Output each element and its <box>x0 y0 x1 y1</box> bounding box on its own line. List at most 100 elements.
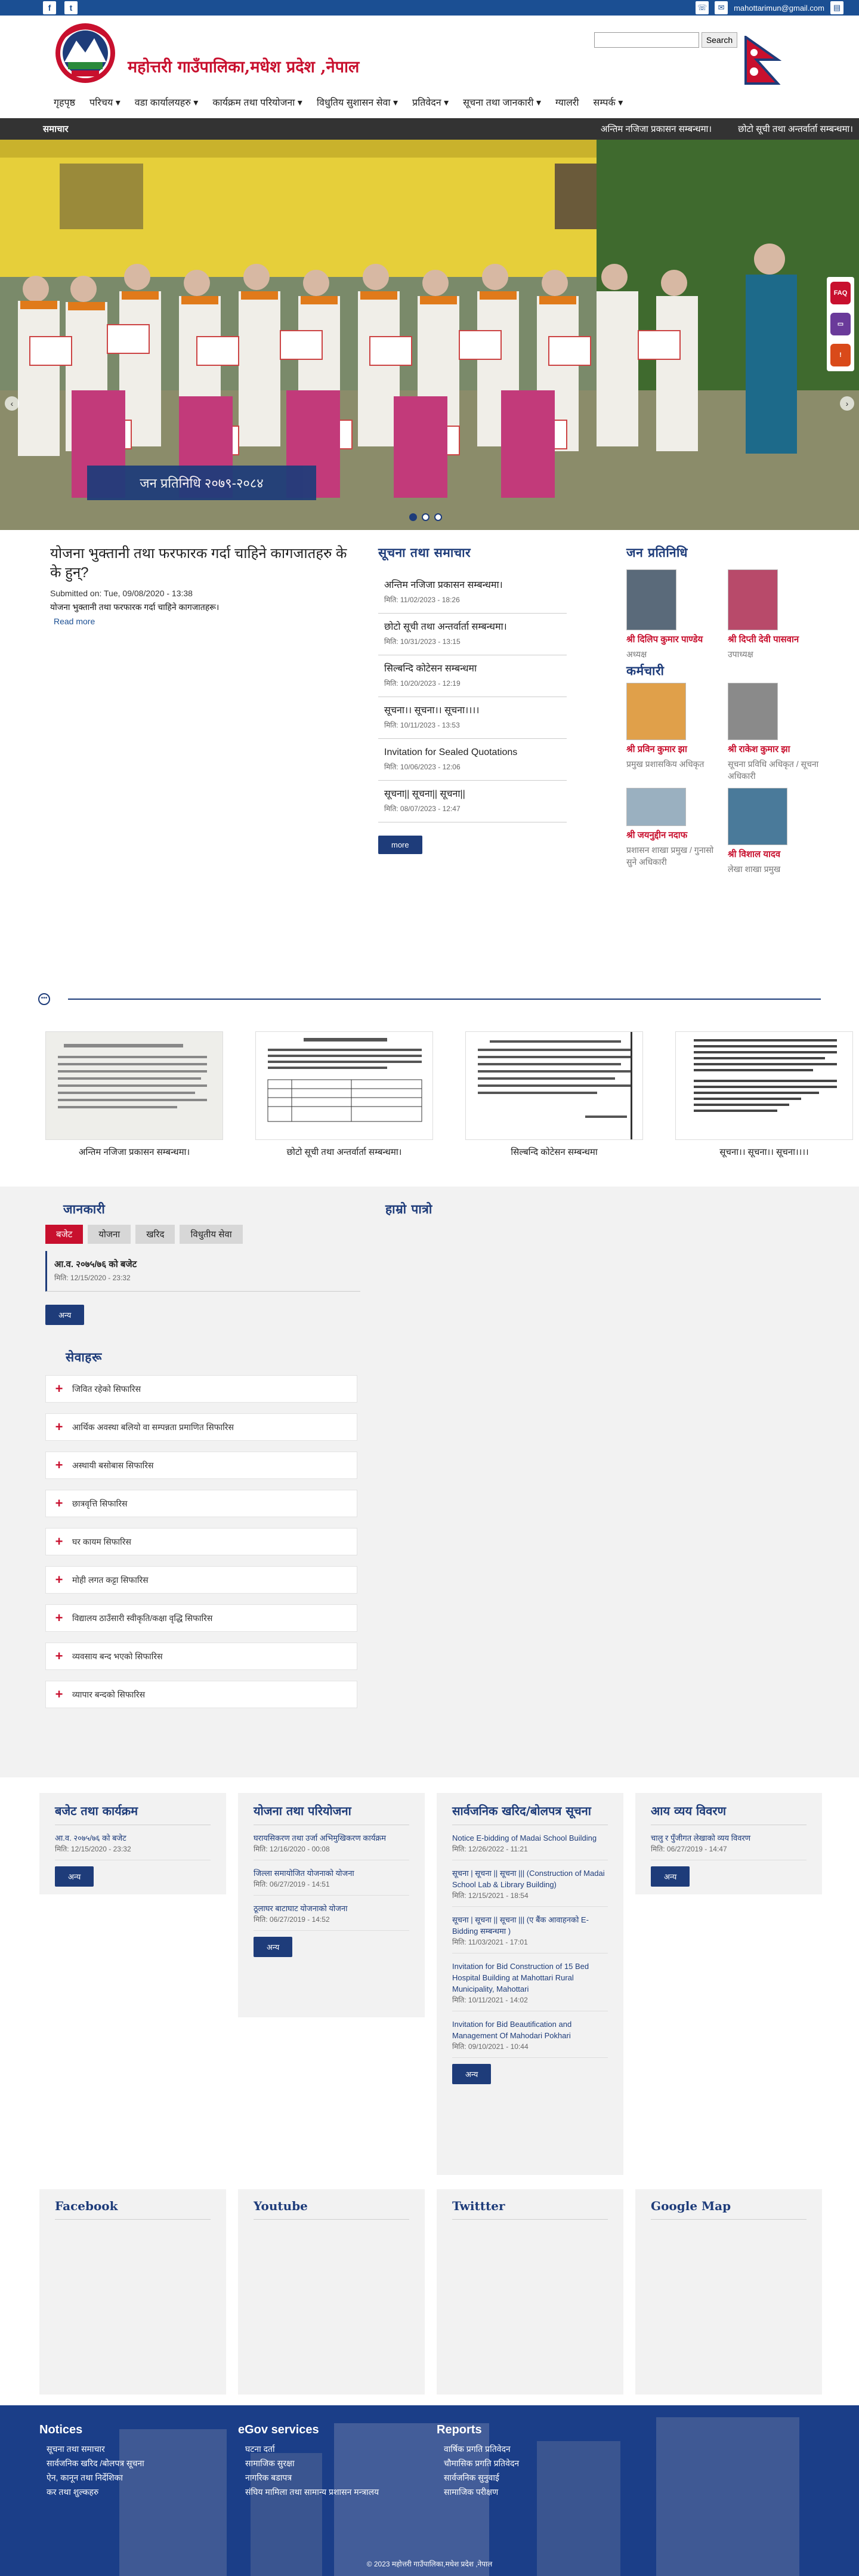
footer-link[interactable]: सामाजिक परीक्षण <box>437 2485 635 2499</box>
service-label[interactable]: छात्रवृत्ति सिफारिस <box>72 1498 127 1509</box>
service-item[interactable]: + जिवित रहेको सिफारिस <box>45 1375 357 1403</box>
gallery-item[interactable]: छोटो सूची तथा अन्तर्वार्ता सम्बन्धमा। <box>255 1031 433 1158</box>
footer-link[interactable]: चौमासिक प्रगति प्रतिवेदन <box>437 2456 635 2470</box>
footer-link[interactable]: नागरिक बडापत्र <box>238 2470 437 2485</box>
list-item[interactable]: Notice E-bidding of Madai School Buildin… <box>452 1832 608 1860</box>
list-item[interactable]: घरायसिकरण तथा उर्जा अभिमुखिकरण कार्यक्रम… <box>254 1832 409 1860</box>
service-label[interactable]: व्यापार बन्दको सिफारिस <box>72 1689 145 1700</box>
person-card[interactable]: श्री दिप्ती देवी पासवान उपाध्यक्ष <box>728 569 823 660</box>
list-item[interactable]: Invitation for Bid Construction of 15 Be… <box>452 1961 608 2011</box>
card-item-title[interactable]: सूचना | सूचना || सूचना ||| (Construction… <box>452 1868 608 1890</box>
service-label[interactable]: आर्थिक अवस्था बलियो वा सम्पन्नता प्रमाणि… <box>72 1422 234 1433</box>
nav-gallery[interactable]: ग्यालरी <box>555 95 579 109</box>
gallery-item[interactable]: अन्तिम नजिजा प्रकासन सम्बन्धमा। <box>45 1031 223 1158</box>
card-item-title[interactable]: जिल्ला समायोजित योजनाको योजना <box>254 1868 409 1879</box>
chat-icon[interactable]: ▭ <box>830 313 851 335</box>
search-input[interactable] <box>594 32 699 48</box>
plus-icon[interactable]: + <box>46 1648 72 1664</box>
information-more-button[interactable]: अन्य <box>45 1305 85 1325</box>
list-item[interactable]: अन्तिम नजिजा प्रकासन सम्बन्धमा। मिति: 11/… <box>378 572 567 614</box>
card-item-title[interactable]: घरायसिकरण तथा उर्जा अभिमुखिकरण कार्यक्रम <box>254 1832 409 1844</box>
nav-notices[interactable]: सूचना तथा जानकारी ▾ <box>463 95 541 109</box>
card-more-button[interactable]: अन्य <box>55 1866 94 1887</box>
footer-link[interactable]: कर तथा शुल्कहरु <box>39 2485 238 2499</box>
plus-icon[interactable]: + <box>46 1534 72 1549</box>
news-title[interactable]: अन्तिम नजिजा प्रकासन सम्बन्धमा। <box>384 579 567 592</box>
plus-icon[interactable]: + <box>46 1610 72 1626</box>
plus-icon[interactable]: + <box>46 1572 72 1588</box>
news-title[interactable]: सूचना|| सूचना|| सूचना|| <box>384 788 567 801</box>
list-item[interactable]: जिल्ला समायोजित योजनाको योजना मिति: 06/27… <box>254 1868 409 1896</box>
service-label[interactable]: विद्यालय ठाउँसारी स्वीकृति/कक्षा वृद्धि … <box>72 1613 212 1624</box>
service-label[interactable]: मोही लगत कट्टा सिफारिस <box>72 1574 149 1586</box>
nav-contact[interactable]: सम्पर्क ▾ <box>594 95 623 109</box>
nav-about[interactable]: परिचय ▾ <box>89 95 120 109</box>
municipality-logo[interactable] <box>50 20 120 86</box>
news-title[interactable]: Invitation for Sealed Quotations <box>384 746 567 759</box>
footer-link[interactable]: ऐन, कानून तथा निर्देशिका <box>39 2470 238 2485</box>
search-button[interactable]: Search <box>702 32 737 48</box>
facebook-icon[interactable]: f <box>43 1 56 14</box>
tab-eservice[interactable]: विधुतीय सेवा <box>180 1225 243 1244</box>
service-label[interactable]: अस्थायी बसोबास सिफारिस <box>72 1460 153 1471</box>
list-item[interactable]: सिल्बन्दि कोटेसन सम्बन्धमा मिति: 10/20/20… <box>378 655 567 697</box>
service-item[interactable]: + अस्थायी बसोबास सिफारिस <box>45 1452 357 1479</box>
plus-icon[interactable]: + <box>46 1458 72 1473</box>
card-item-title[interactable]: सूचना | सूचना || सूचना ||| (ए बैंक आवाहन… <box>452 1914 608 1937</box>
notice-thumbnail[interactable] <box>255 1031 433 1140</box>
tab-plans[interactable]: योजना <box>88 1225 131 1244</box>
nav-home[interactable]: गृहपृष्ठ <box>54 95 75 109</box>
plus-icon[interactable]: + <box>46 1381 72 1397</box>
footer-link[interactable]: सार्वजनिक सुनुवाई <box>437 2470 635 2485</box>
nav-ward-offices[interactable]: वडा कार्यालयहरु ▾ <box>135 95 199 109</box>
slider-next-icon[interactable]: › <box>840 396 854 411</box>
service-item[interactable]: + आर्थिक अवस्था बलियो वा सम्पन्नता प्रमाण… <box>45 1413 357 1441</box>
service-item[interactable]: + मोही लगत कट्टा सिफारिस <box>45 1566 357 1594</box>
person-name[interactable]: श्री जयनुद्दीन नदाफ <box>626 830 722 842</box>
card-item-title[interactable]: Notice E-bidding of Madai School Buildin… <box>452 1832 608 1844</box>
footer-link[interactable]: सार्वजनिक खरिद /बोलपत्र सूचना <box>39 2456 238 2470</box>
email-link[interactable]: mahottarimun@gmail.com <box>734 4 824 13</box>
plus-icon[interactable]: + <box>46 1496 72 1511</box>
slider-dot[interactable] <box>434 513 442 521</box>
tab-purchase[interactable]: खरिद <box>135 1225 175 1244</box>
person-card[interactable]: श्री प्रविन कुमार झा प्रमुख प्रशासकिय अध… <box>626 683 722 782</box>
person-card[interactable]: श्री राकेश कुमार झा सूचना प्रविधि अधिकृत… <box>728 683 823 782</box>
ticker-item[interactable]: छोटो सूची तथा अन्तर्वार्ता सम्बन्धमा। <box>738 123 853 135</box>
card-more-button[interactable]: अन्य <box>651 1866 690 1887</box>
nav-reports[interactable]: प्रतिवेदन ▾ <box>412 95 449 109</box>
plus-icon[interactable]: + <box>46 1687 72 1702</box>
notice-thumbnail[interactable] <box>675 1031 853 1140</box>
service-label[interactable]: व्यवसाय बन्द भएको सिफारिस <box>72 1651 163 1662</box>
gallery-item[interactable]: सूचना।। सूचना।। सूचना।।।। <box>675 1031 853 1158</box>
person-name[interactable]: श्री दिलिप कुमार पाण्डेय <box>626 634 722 646</box>
card-more-button[interactable]: अन्य <box>452 2064 492 2084</box>
list-item[interactable]: छोटो सूची तथा अन्तर्वार्ता सम्बन्धमा। मित… <box>378 614 567 655</box>
tab-budget[interactable]: बजेट <box>45 1225 84 1244</box>
footer-link[interactable]: वार्षिक प्रगति प्रतिवेदन <box>437 2442 635 2456</box>
list-item[interactable]: आ.व. २०७५/७६ को बजेट मिति: 12/15/2020 - 2… <box>55 1832 211 1860</box>
faq-icon[interactable]: FAQ <box>830 282 851 304</box>
person-card[interactable]: श्री विशाल यादव लेखा शाखा प्रमुख <box>728 788 823 875</box>
card-more-button[interactable]: अन्य <box>254 1937 293 1957</box>
card-item-title[interactable]: ठूलाघर बाटाघाट योजनाको योजना <box>254 1903 409 1914</box>
slider-dot[interactable] <box>409 513 417 521</box>
service-item[interactable]: + विद्यालय ठाउँसारी स्वीकृति/कक्षा वृद्धि… <box>45 1604 357 1632</box>
person-card[interactable]: श्री जयनुद्दीन नदाफ प्रशासन शाखा प्रमुख … <box>626 788 722 875</box>
news-title[interactable]: सूचना।। सूचना।। सूचना।।।। <box>384 704 567 717</box>
alert-icon[interactable]: ! <box>830 344 851 366</box>
notice-thumbnail[interactable] <box>45 1031 223 1140</box>
list-item[interactable]: ठूलाघर बाटाघाट योजनाको योजना मिति: 06/27/… <box>254 1903 409 1931</box>
article-title[interactable]: योजना भुक्तानी तथा फरफारक गर्दा चाहिने क… <box>50 544 354 583</box>
service-label[interactable]: जिवित रहेको सिफारिस <box>72 1383 141 1395</box>
gallery-caption[interactable]: छोटो सूची तथा अन्तर्वार्ता सम्बन्धमा। <box>255 1146 433 1158</box>
footer-link[interactable]: सूचना तथा समाचार <box>39 2442 238 2456</box>
person-name[interactable]: श्री दिप्ती देवी पासवान <box>728 634 823 646</box>
list-item[interactable]: चालु र पुँजीगत लेखाको व्यय विवरण मिति: 06… <box>651 1832 807 1860</box>
news-more-button[interactable]: more <box>378 836 422 854</box>
card-item-title[interactable]: Invitation for Bid Beautification and Ma… <box>452 2019 608 2041</box>
plus-icon[interactable]: + <box>46 1419 72 1435</box>
service-label[interactable]: घर कायम सिफारिस <box>72 1536 131 1548</box>
card-item-title[interactable]: आ.व. २०७५/७६ को बजेट <box>55 1832 211 1844</box>
person-name[interactable]: श्री विशाल यादव <box>728 849 823 861</box>
